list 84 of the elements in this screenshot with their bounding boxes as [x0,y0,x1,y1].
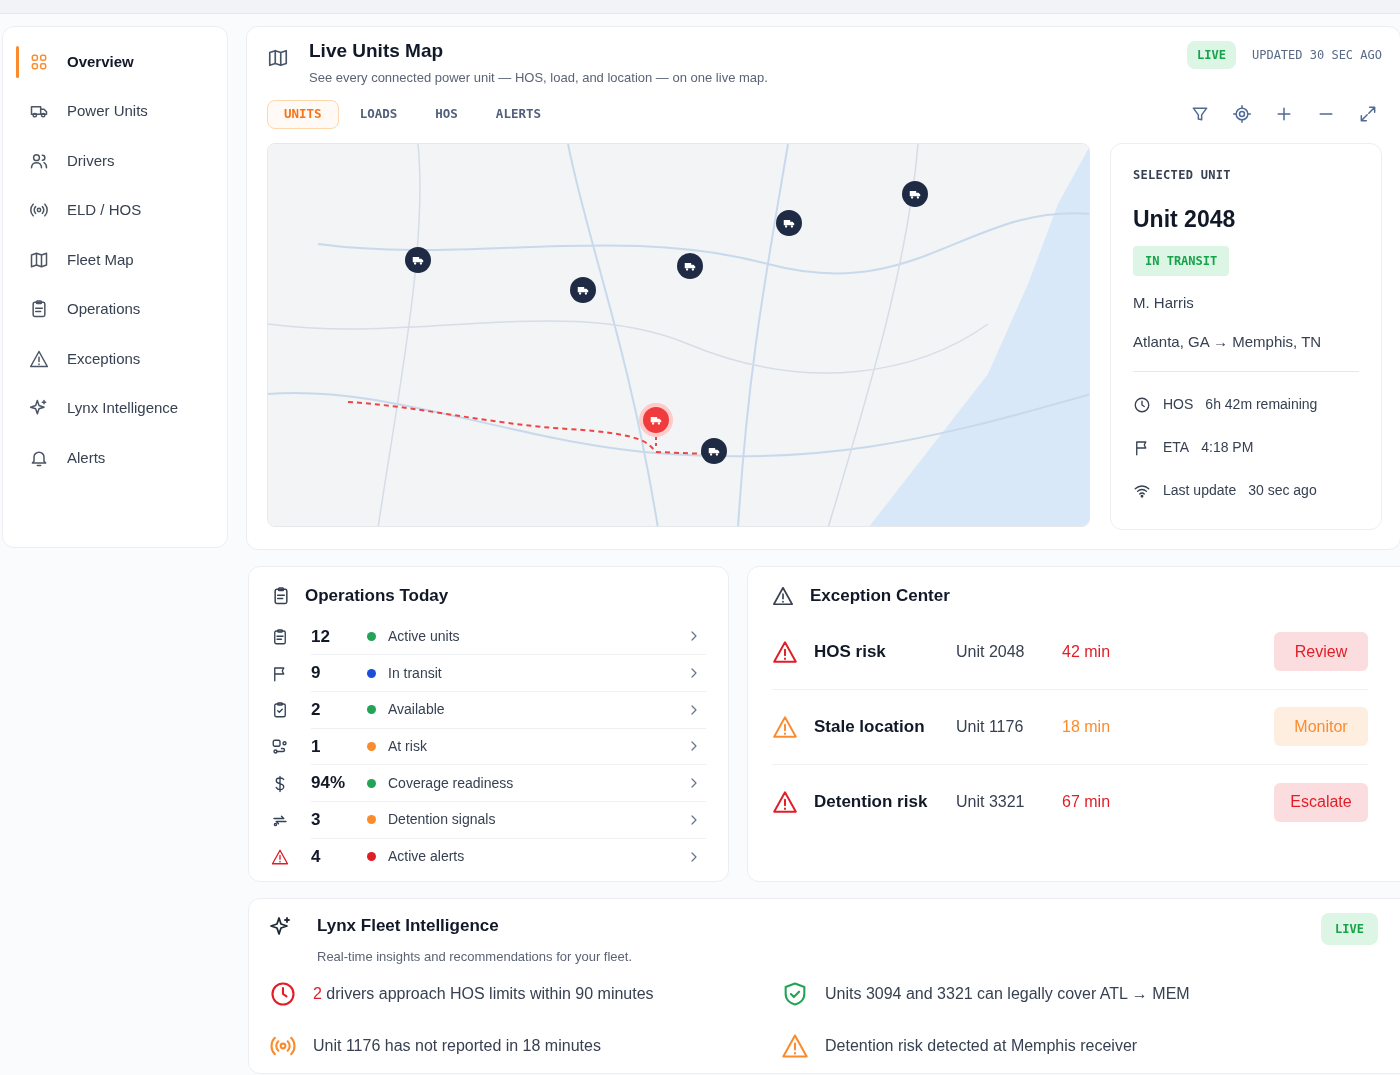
card-title: Lynx Fleet Intelligence [317,915,500,937]
warning-icon [29,348,49,369]
status-badge: IN TRANSIT [1133,246,1230,276]
sidebar-item[interactable]: Overview [3,37,227,87]
filter-icon[interactable] [1190,104,1210,124]
warning-icon [772,584,794,607]
sidebar-item[interactable]: Operations [3,284,227,334]
insight-text: Unit 1176 has not reported in 18 minutes [313,1036,601,1056]
operations-row[interactable]: 1 At risk [311,728,706,766]
sidebar-item[interactable]: ELD / HOS [3,185,227,235]
locate-icon[interactable] [1232,104,1252,124]
stat-label: Active alerts [388,847,466,867]
stat-value: 12 [311,625,331,648]
insight-text: Detention risk detected at Memphis receiver [825,1036,1138,1056]
live-badge: LIVE [1187,41,1236,69]
operations-row[interactable]: 94% Coverage readiness [311,765,706,802]
card-subtitle: Real-time insights and recommendations for your fleet. [317,947,634,966]
sidebar-item[interactable]: Lynx Intelligence [3,383,227,433]
insight-text: 2 drivers approach HOS limits within 90 minutes [313,984,654,1004]
card-title: Exception Center [810,585,950,607]
map-tab[interactable]: ALERTS [478,99,558,129]
sidebar-item[interactable]: Power Units [3,86,227,136]
operations-row[interactable]: 4 Active alerts [311,838,706,876]
stat-value: 94% [311,772,347,795]
clock-icon [1133,395,1151,414]
unit-label: Unit 3321 [956,792,1026,812]
unit-label: Unit 2048 [956,641,1026,662]
stat-value: 3 [311,809,322,832]
stat-value: 1 [311,735,322,758]
clipboard-check-icon [271,701,289,720]
stat-label: Coverage readiness [388,773,515,793]
exception-name: Stale location [814,715,926,738]
detail-value: 6h 42m remaining [1205,395,1318,414]
stat-value: 4 [311,846,322,869]
exception-name: Detention risk [814,791,929,814]
exception-name: HOS risk [814,640,887,663]
operations-row[interactable]: 2 Available [311,691,706,729]
action-button[interactable]: Review [1274,632,1368,671]
clipboard-icon [29,299,49,320]
action-button[interactable]: Escalate [1274,782,1368,822]
clock-icon [269,980,297,1008]
detail-value: 30 sec ago [1248,481,1317,500]
detail-label: Last update [1163,481,1237,500]
warning-icon [781,1032,809,1060]
driver-name: M. Harris [1133,293,1195,313]
map-tab[interactable]: LOADS [342,99,415,129]
map-icon [267,47,289,69]
operations-row[interactable]: 12 Active units [311,618,706,656]
sidebar-item[interactable]: Drivers [3,136,227,186]
clipboard-icon [271,585,291,606]
panel-subtitle: See every connected power unit — HOS, load, and location — on one live map. [309,69,769,87]
elapsed-time: 67 min [1062,792,1112,812]
stat-label: Available [388,700,446,720]
detail-label: ETA [1163,438,1190,457]
warning-icon [271,847,289,866]
sidebar-item[interactable]: Alerts [3,433,227,483]
insight-text: Units 3094 and 3321 can legally cover ATL → MEM [825,984,1190,1004]
unit-name: Unit 2048 [1133,204,1237,234]
stat-label: In transit [388,663,443,683]
card-heading: SELECTED UNIT [1133,166,1232,184]
route-text: Atlanta, GA → Memphis, TN [1133,330,1359,372]
operations-row[interactable]: 9 In transit [311,655,706,692]
hos-label: HOS [1163,395,1194,414]
stat-value: 9 [311,662,322,685]
stat-label: Active units [388,626,461,646]
selected-unit-marker-icon[interactable] [643,406,669,433]
updated-label: UPDATED 30 SEC AGO [1251,47,1382,64]
route-icon [271,737,289,756]
operations-row[interactable]: 3 Detention signals [311,801,706,839]
stat-label: Detention signals [388,810,497,830]
stat-label: At risk [388,736,428,756]
live-badge: LIVE [1321,913,1378,945]
sidebar-item[interactable]: Fleet Map [3,235,227,285]
unit-label: Unit 1176 [956,716,1025,737]
card-title: Operations Today [305,585,449,607]
elapsed-time: 18 min [1062,716,1112,737]
detail-value: 4:18 PM [1201,438,1254,457]
elapsed-time: 42 min [1062,641,1112,662]
sidebar-item[interactable]: Exceptions [3,334,227,384]
panel-title: Live Units Map [309,39,445,63]
clipboard-icon [271,627,289,646]
stat-value: 2 [311,698,322,721]
map-tab[interactable]: HOS [418,99,475,129]
fullscreen-icon[interactable] [1358,104,1378,124]
